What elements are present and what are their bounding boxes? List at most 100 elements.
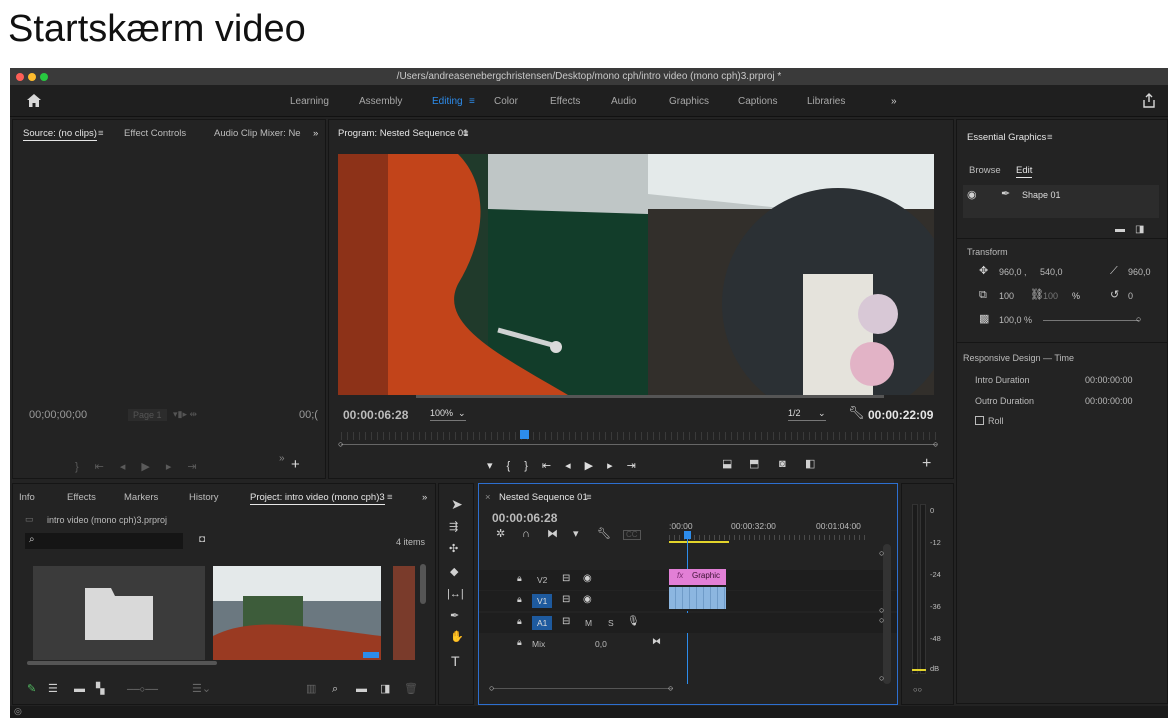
snap-magnet-icon[interactable]: ∩	[522, 529, 530, 540]
captions-icon[interactable]: CC	[623, 530, 641, 540]
roll-checkbox[interactable]	[975, 416, 984, 425]
workspace-editing[interactable]: Editing	[432, 96, 463, 107]
zoom-slider[interactable]: ──○──	[127, 684, 158, 694]
workspace-libraries[interactable]: Libraries	[807, 96, 845, 107]
source-timecode[interactable]: 00;00;00;00	[29, 409, 87, 421]
share-icon[interactable]	[1142, 93, 1156, 108]
pencil-icon[interactable]: ✎	[27, 684, 36, 695]
ripple-edit-tool-icon[interactable]: ✣	[449, 544, 458, 555]
source-more-button[interactable]: »	[313, 128, 318, 139]
tab-audio-clip-mixer[interactable]: Audio Clip Mixer: Ne	[214, 128, 301, 139]
hand-tool-icon[interactable]: ✋	[450, 632, 464, 643]
program-zoom-dropdown[interactable]: 100% ⌄	[430, 408, 466, 421]
zoom-window-button[interactable]	[40, 73, 48, 81]
program-title[interactable]: Program: Nested Sequence 01	[338, 128, 468, 139]
program-menu-icon[interactable]: ≡	[463, 128, 469, 139]
tab-markers[interactable]: Markers	[124, 492, 158, 503]
camera-icon[interactable]: ◙	[779, 459, 786, 470]
creative-cloud-icon[interactable]: ◎	[14, 707, 22, 716]
sequence-menu-icon[interactable]: ≡	[586, 492, 592, 503]
workspace-graphics[interactable]: Graphics	[669, 96, 709, 107]
icon-view-icon[interactable]: ▬	[74, 684, 85, 695]
find-icon[interactable]: ⌕	[332, 684, 338, 695]
sync-lock-icon[interactable]: ⊟	[562, 595, 570, 605]
source-transport-controls[interactable]: }⇤◂▶▸⇥	[75, 460, 213, 473]
workspace-color[interactable]: Color	[494, 96, 518, 107]
video-thumbnail-partial[interactable]	[393, 566, 415, 660]
anchor-value[interactable]: 960,0	[1128, 267, 1151, 277]
type-tool-icon[interactable]: T	[451, 654, 460, 668]
program-add-button[interactable]: +	[922, 456, 931, 472]
tab-edit[interactable]: Edit	[1016, 165, 1033, 178]
position-y-value[interactable]: 540,0	[1040, 267, 1063, 277]
horizontal-scroll-handle-left[interactable]: ○	[489, 683, 494, 693]
project-more-button[interactable]: »	[422, 492, 427, 503]
track-label-v2[interactable]: V2	[537, 575, 547, 585]
essential-graphics-menu-icon[interactable]: ≡	[1047, 132, 1053, 143]
tab-effect-controls[interactable]: Effect Controls	[124, 128, 186, 139]
rotation-value[interactable]: 0	[1128, 291, 1133, 301]
vertical-scroll-handle-top[interactable]: ○	[879, 548, 884, 558]
intro-duration-value[interactable]: 00:00:00:00	[1085, 375, 1133, 385]
workspace-menu-icon[interactable]: ≡	[469, 96, 475, 107]
essential-graphics-title[interactable]: Essential Graphics	[967, 132, 1046, 143]
tab-info[interactable]: Info	[19, 492, 35, 503]
opacity-slider-handle[interactable]: ○	[1136, 314, 1141, 324]
tab-source[interactable]: Source: (no clips)	[23, 128, 97, 141]
project-scrollbar[interactable]	[420, 564, 426, 604]
program-zoom-handle-right[interactable]: ○	[933, 439, 938, 449]
track-label-v1[interactable]: V1	[532, 594, 553, 608]
new-item-icon[interactable]: ◨	[380, 684, 390, 695]
program-zoom-bar[interactable]	[341, 444, 937, 445]
program-transport-controls[interactable]: ▾{}⇤◂▶▸⇥	[487, 459, 650, 472]
workspace-captions[interactable]: Captions	[738, 96, 777, 107]
razor-tool-icon[interactable]: ◆	[450, 567, 458, 578]
microphone-icon[interactable]: 🎙︎	[627, 617, 640, 627]
extract-icon[interactable]: ⬒	[749, 459, 759, 470]
program-resolution-dropdown[interactable]: 1/2 ⌄	[788, 408, 826, 421]
vertical-scroll-handle-mid[interactable]: ○	[879, 605, 884, 615]
program-scroll-bar[interactable]	[416, 395, 884, 398]
vertical-scroll-handle-bottom[interactable]: ○	[879, 673, 884, 683]
outro-duration-value[interactable]: 00:00:00:00	[1085, 396, 1133, 406]
selection-tool-icon[interactable]: ➤	[451, 497, 463, 511]
track-row-a1[interactable]: 🔒︎ A1 ⊟ M S 🎙︎	[479, 613, 897, 633]
trash-icon[interactable]: 🗑︎	[404, 684, 418, 695]
workspace-more-button[interactable]: »	[891, 96, 897, 107]
add-marker-icon[interactable]: ▾	[573, 529, 579, 540]
sort-icon[interactable]: ☰⌄	[192, 684, 211, 695]
project-search-input[interactable]: ⌕	[25, 533, 183, 549]
slip-tool-icon[interactable]: |↔|	[447, 589, 464, 600]
source-more-icon[interactable]: »	[279, 453, 285, 464]
linked-selection-icon[interactable]: ⧓	[547, 529, 558, 540]
tab-project[interactable]: Project: intro video (mono cph)3	[250, 492, 385, 505]
sync-lock-icon[interactable]: ⊟	[562, 574, 570, 584]
close-sequence-icon[interactable]: ×	[485, 492, 491, 503]
sync-lock-icon[interactable]: ⊟	[562, 617, 570, 627]
track-select-tool-icon[interactable]: ⇶	[449, 522, 458, 533]
lock-icon[interactable]: 🔒︎	[517, 574, 522, 583]
go-to-edit-icon[interactable]: ⧓	[652, 637, 661, 646]
nest-icon[interactable]: ✲	[496, 529, 505, 540]
video-thumbnail[interactable]	[213, 566, 381, 660]
vertical-scroll-handle-mid2[interactable]: ○	[879, 615, 884, 625]
lock-icon[interactable]: 🔒︎	[517, 617, 522, 626]
program-playhead[interactable]	[520, 430, 529, 439]
workspace-learning[interactable]: Learning	[290, 96, 329, 107]
track-label-a1[interactable]: A1	[532, 616, 553, 630]
scale-value[interactable]: 100	[999, 291, 1014, 301]
new-layer-icon[interactable]: ◨	[1135, 225, 1144, 235]
tab-effects[interactable]: Effects	[67, 492, 96, 503]
workspace-assembly[interactable]: Assembly	[359, 96, 402, 107]
track-visibility-eye-icon[interactable]: ◉	[583, 574, 592, 584]
timeline-settings-wrench-icon[interactable]: 🔧︎	[597, 529, 611, 540]
close-window-button[interactable]	[16, 73, 24, 81]
lock-icon[interactable]: 🔒︎	[517, 638, 522, 647]
horizontal-scroll-handle-right[interactable]: ○	[668, 683, 673, 693]
timeline-horizontal-scrollbar[interactable]	[493, 688, 673, 689]
source-menu-icon[interactable]: ≡	[98, 128, 104, 139]
wrench-icon[interactable]: 🔧︎	[848, 406, 865, 419]
layer-row-shape[interactable]: ◉ ✒ Shape 01	[963, 185, 1159, 218]
visibility-eye-icon[interactable]: ◉	[967, 190, 977, 201]
track-visibility-eye-icon[interactable]: ◉	[583, 595, 592, 605]
